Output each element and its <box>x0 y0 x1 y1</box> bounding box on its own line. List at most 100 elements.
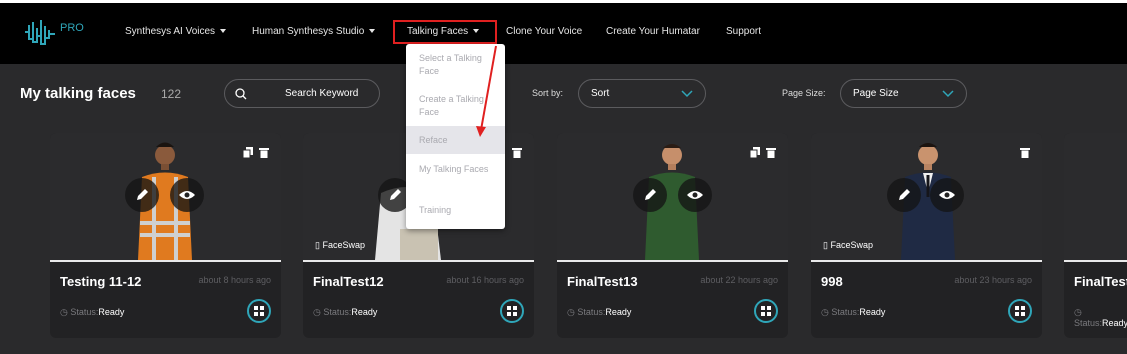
logo-pro-label: PRO <box>60 22 84 34</box>
card-divider <box>303 260 534 262</box>
status-label: Status: <box>70 307 99 317</box>
talking-face-card[interactable]: Testing 11-12 about 8 hours ago ◷ Status… <box>50 133 281 338</box>
nav-label: Synthesys AI Voices <box>125 26 216 37</box>
trash-icon[interactable] <box>1020 147 1030 158</box>
caret-down-icon <box>369 29 376 34</box>
status-label: Status: <box>1074 318 1103 328</box>
card-title: FinalTest <box>1074 274 1127 289</box>
top-navbar: PRO Synthesys AI Voices Human Synthesys … <box>0 0 1127 64</box>
status-value: Ready <box>98 307 125 317</box>
menu-item-select-talking-face[interactable]: Select a Talking Face <box>419 52 499 78</box>
trash-icon[interactable] <box>512 147 522 158</box>
pencil-icon <box>137 189 148 200</box>
clock-icon: ◷ <box>313 307 324 317</box>
grid-icon <box>1015 306 1025 316</box>
sort-select-value: Sort <box>591 88 610 99</box>
grid-icon <box>254 306 264 316</box>
eye-icon <box>939 191 955 199</box>
edit-button[interactable] <box>633 178 667 212</box>
options-grid-button[interactable] <box>1008 299 1032 323</box>
nav-synthesys-ai-voices[interactable]: Synthesys AI Voices <box>125 26 227 42</box>
nav-label: Create Your Humatar <box>606 26 700 37</box>
copy-icon[interactable] <box>750 147 760 158</box>
status-label: Status: <box>577 307 606 317</box>
menu-item-reface[interactable]: Reface <box>419 134 499 147</box>
search-input[interactable]: Search Keyword <box>224 79 380 108</box>
trash-icon[interactable] <box>766 147 776 158</box>
nav-label: Support <box>726 26 762 37</box>
card-thumbnail[interactable] <box>50 133 281 260</box>
talking-faces-dropdown-menu: Select a Talking Face Create a Talking F… <box>406 44 505 229</box>
card-timestamp: about 22 hours ago <box>700 275 778 285</box>
card-status: ◷ Status:Ready <box>567 307 631 318</box>
caret-down-icon <box>220 29 227 34</box>
edit-button[interactable] <box>125 178 159 212</box>
menu-item-my-talking-faces[interactable]: My Talking Faces <box>419 163 499 176</box>
preview-button[interactable] <box>170 178 204 212</box>
card-divider <box>557 260 788 262</box>
top-edge <box>0 0 1127 3</box>
clock-icon: ◷ <box>567 307 578 317</box>
nav-create-your-humatar[interactable]: Create Your Humatar <box>606 26 700 42</box>
trash-icon[interactable] <box>259 147 269 158</box>
grid-icon <box>507 306 517 316</box>
card-divider <box>811 260 1042 262</box>
page-size-select[interactable]: Page Size <box>840 79 967 108</box>
faceswap-label: FaceSwap <box>322 240 365 250</box>
nav-human-synthesys-studio[interactable]: Human Synthesys Studio <box>252 26 376 42</box>
pencil-icon <box>899 189 910 200</box>
card-timestamp: about 16 hours ago <box>446 275 524 285</box>
preview-button[interactable] <box>678 178 712 212</box>
card-title: FinalTest12 <box>313 274 384 289</box>
menu-item-training[interactable]: Training <box>419 204 499 217</box>
status-label: Status: <box>831 307 860 317</box>
nav-label: Clone Your Voice <box>506 26 583 37</box>
talking-face-card[interactable]: ▯ FaceSwap 998 about 23 hours ago ◷ Stat… <box>811 133 1042 338</box>
copy-icon[interactable] <box>243 147 253 158</box>
menu-item-create-talking-face[interactable]: Create a Talking Face <box>419 93 499 119</box>
card-timestamp: about 23 hours ago <box>954 275 1032 285</box>
preview-button[interactable] <box>930 178 964 212</box>
nav-support[interactable]: Support <box>726 26 761 42</box>
item-count: 122 <box>161 87 182 101</box>
annotation-highlight-box <box>393 20 497 44</box>
status-value: Ready <box>605 307 632 317</box>
grid-icon <box>761 306 771 316</box>
faceswap-badge: ▯ FaceSwap <box>315 240 365 251</box>
options-grid-button[interactable] <box>500 299 524 323</box>
clock-icon: ◷ <box>1074 307 1082 317</box>
card-divider <box>50 260 281 262</box>
status-value: Ready <box>859 307 886 317</box>
sort-select[interactable]: Sort <box>578 79 706 108</box>
status-value: Ready <box>1102 318 1127 328</box>
chevron-down-icon <box>942 90 954 98</box>
faceswap-badge: ▯ FaceSwap <box>823 240 873 251</box>
status-value: Ready <box>351 307 378 317</box>
card-divider <box>1064 260 1127 262</box>
talking-face-card[interactable]: FinalTest ◷ Status:Ready <box>1064 133 1127 338</box>
options-grid-button[interactable] <box>247 299 271 323</box>
nav-label: Human Synthesys Studio <box>252 26 365 37</box>
faceswap-label: FaceSwap <box>830 240 873 250</box>
card-thumbnail[interactable]: ▯ FaceSwap <box>811 133 1042 260</box>
card-thumbnail[interactable] <box>557 133 788 260</box>
synthesys-logo[interactable]: PRO <box>24 19 84 45</box>
clock-icon: ◷ <box>821 307 832 317</box>
clock-icon: ◷ <box>60 307 71 317</box>
card-timestamp: about 8 hours ago <box>198 275 271 285</box>
eye-icon <box>179 191 195 199</box>
nav-clone-your-voice[interactable]: Clone Your Voice <box>506 26 582 42</box>
edit-button[interactable] <box>887 178 921 212</box>
status-label: Status: <box>323 307 352 317</box>
card-status: ◷ Status:Ready <box>1074 307 1127 328</box>
options-grid-button[interactable] <box>754 299 778 323</box>
chevron-down-icon <box>681 90 693 98</box>
card-thumbnail[interactable] <box>1064 133 1127 260</box>
eye-icon <box>687 191 703 199</box>
card-status: ◷ Status:Ready <box>60 307 124 318</box>
page-size-label: Page Size: <box>782 88 826 98</box>
talking-face-card[interactable]: FinalTest13 about 22 hours ago ◷ Status:… <box>557 133 788 338</box>
page-size-select-value: Page Size <box>853 88 899 99</box>
card-title: FinalTest13 <box>567 274 638 289</box>
sort-by-label: Sort by: <box>532 88 564 98</box>
